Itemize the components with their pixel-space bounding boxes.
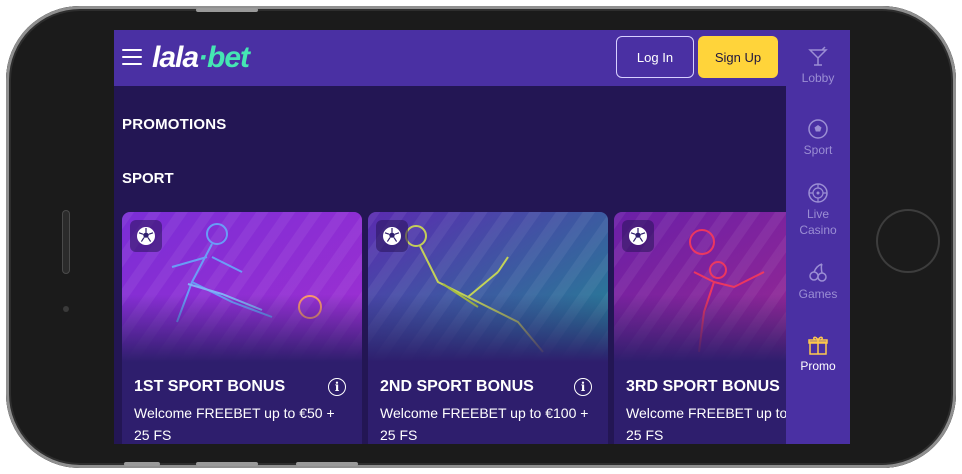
main-content: PROMOTIONS SPORT 1ST SPORT BONUS i Welco… [114, 86, 850, 444]
logo-dot: · [198, 41, 208, 74]
phone-volume-button [196, 462, 258, 466]
app-screen: lala·bet Log In Sign Up PROMOTIONS SPORT [114, 30, 850, 444]
info-icon[interactable]: i [328, 378, 346, 396]
logo-text-part1: lala [152, 41, 199, 74]
nav-item-promo[interactable]: Promo [786, 334, 850, 374]
page-title: PROMOTIONS [122, 116, 227, 133]
nav-item-label: Games [798, 287, 838, 301]
phone-volume-button [296, 462, 358, 466]
logo-text-part2: bet [207, 41, 250, 74]
football-icon [808, 119, 828, 139]
promo-card-1[interactable]: 1ST SPORT BONUS i Welcome FREEBET up to … [122, 212, 362, 444]
phone-speaker [62, 210, 70, 274]
nav-item-label: Sport [803, 143, 833, 157]
football-icon [130, 220, 162, 252]
site-logo[interactable]: lala·bet [152, 41, 250, 75]
nav-item-live-casino[interactable]: Live Casino [786, 182, 850, 238]
football-icon [622, 220, 654, 252]
phone-side-button [196, 8, 258, 12]
cocktail-icon [808, 46, 828, 66]
promo-card-description: Welcome FREEBET up to €100 + 25 FS [380, 405, 589, 443]
promo-card-title: 3RD SPORT BONUS [626, 378, 780, 395]
nav-item-sport[interactable]: Sport [786, 118, 850, 158]
promo-card-description: Welcome FREEBET up to €50 + 25 FS [134, 405, 335, 443]
login-button[interactable]: Log In [616, 36, 694, 78]
promo-card-title: 1ST SPORT BONUS [134, 378, 286, 395]
side-nav: Lobby Sport Live Casino Games Promo [786, 30, 850, 444]
promo-card-2[interactable]: 2ND SPORT BONUS i Welcome FREEBET up to … [368, 212, 608, 444]
roulette-icon [808, 183, 828, 203]
nav-item-games[interactable]: Games [786, 262, 850, 302]
nav-item-label: Live Casino [799, 207, 837, 237]
phone-volume-button [124, 462, 160, 466]
nav-item-lobby[interactable]: Lobby [786, 46, 850, 86]
nav-item-label: Lobby [801, 71, 835, 85]
phone-camera [63, 306, 69, 312]
hamburger-menu-icon[interactable] [122, 49, 142, 65]
top-bar: lala·bet Log In Sign Up [114, 30, 786, 86]
promo-card-title: 2ND SPORT BONUS [380, 378, 534, 395]
section-heading-sport: SPORT [122, 170, 174, 187]
football-icon [376, 220, 408, 252]
nav-item-label: Promo [800, 359, 836, 373]
info-icon[interactable]: i [574, 378, 592, 396]
signup-button[interactable]: Sign Up [698, 36, 778, 78]
gift-icon [808, 336, 828, 355]
phone-home-button[interactable] [876, 209, 940, 273]
cherries-icon [809, 263, 827, 282]
